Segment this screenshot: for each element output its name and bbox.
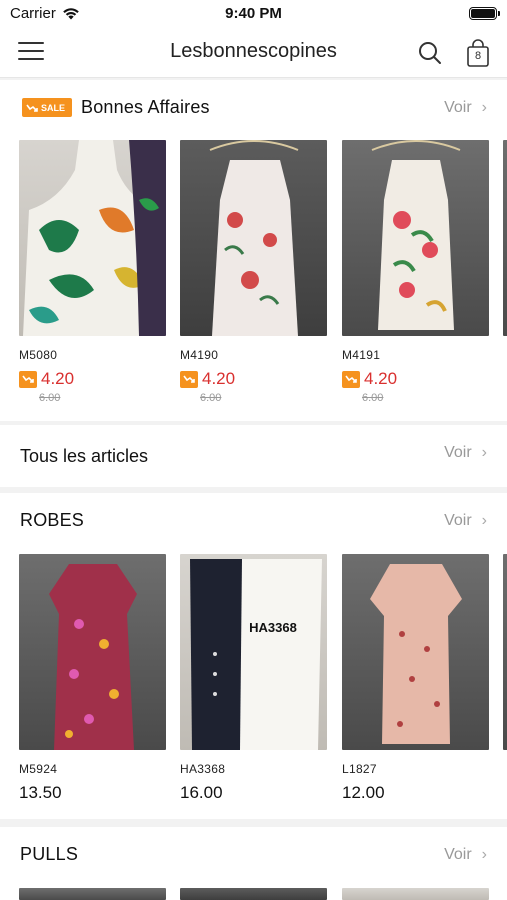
- chevron-right-icon: ›: [481, 512, 487, 529]
- all-items-row[interactable]: Tous les articles Voir ›: [0, 425, 507, 487]
- product-ref: M5924: [19, 762, 58, 776]
- product-old-price: 6.00: [200, 392, 222, 404]
- see-more-label: Voir: [444, 512, 472, 529]
- product-ref: M5080: [19, 348, 58, 362]
- search-button[interactable]: [417, 40, 443, 66]
- product-photo: [342, 140, 489, 336]
- promo-badge: [342, 370, 360, 388]
- cart-button[interactable]: 8: [464, 38, 492, 68]
- clock: 9:40 PM: [225, 5, 282, 22]
- pulls-section: PULLS Voir ›: [0, 827, 507, 900]
- robes-section-header: ROBES Voir ›: [0, 493, 507, 551]
- product-photo: HA3368: [180, 554, 327, 750]
- product-old-price: 6.00: [362, 392, 384, 404]
- product-photo: [503, 554, 507, 750]
- product-photo: [342, 554, 489, 750]
- trend-down-icon: [26, 104, 38, 112]
- product-card[interactable]: [342, 888, 489, 900]
- see-more-label: Voir: [444, 846, 472, 863]
- sale-see-more-link[interactable]: Voir ›: [444, 99, 487, 117]
- product-ref: L1827: [342, 762, 377, 776]
- product-price: 12.00: [342, 783, 385, 802]
- all-items-label: Tous les articles: [20, 446, 149, 466]
- robes-see-more-link[interactable]: Voir ›: [444, 512, 487, 530]
- product-photo: [180, 888, 327, 900]
- pulls-see-more-link[interactable]: Voir ›: [444, 846, 487, 864]
- product-photo: [503, 140, 507, 336]
- navigation-bar: Lesbonnescopines 8: [0, 28, 507, 78]
- robes-product-row: M5924 13.50 HA3368 HA3368 16.00 L1827 12…: [0, 554, 507, 819]
- pulls-section-header: PULLS Voir ›: [0, 827, 507, 885]
- product-photo: [342, 888, 489, 900]
- product-card[interactable]: [19, 888, 166, 900]
- trend-down-icon: [345, 375, 357, 383]
- product-ref: M4190: [180, 348, 219, 362]
- pulls-product-row: [0, 888, 507, 900]
- product-card[interactable]: [180, 888, 327, 900]
- all-items-see-more-link[interactable]: Voir ›: [444, 444, 487, 462]
- product-photo: [19, 140, 166, 336]
- product-card[interactable]: HA3368 HA3368 16.00: [180, 554, 327, 803]
- product-price: 4.20: [202, 369, 236, 388]
- trend-down-icon: [22, 375, 34, 383]
- trend-down-icon: [183, 375, 195, 383]
- promo-badge: [180, 370, 198, 388]
- product-ref: M4191: [342, 348, 381, 362]
- sale-section: SALE Bonnes Affaires Voir › M5080 4.20 6…: [0, 80, 507, 421]
- product-card[interactable]: M5924 13.50: [19, 554, 166, 803]
- product-price: 13.50: [19, 783, 62, 802]
- product-photo: [180, 140, 327, 336]
- promo-badge: [19, 370, 37, 388]
- product-card[interactable]: M4190 4.20 6.00: [180, 140, 327, 404]
- product-card[interactable]: L1827 12.00: [342, 554, 489, 803]
- sale-badge: SALE: [22, 98, 72, 117]
- product-card-partial[interactable]: [503, 140, 507, 336]
- product-card-partial[interactable]: [503, 554, 507, 750]
- sale-section-title: Bonnes Affaires: [81, 97, 210, 117]
- product-photo: [19, 554, 166, 750]
- sale-badge-label: SALE: [41, 102, 66, 113]
- product-photo-tag: HA3368: [249, 620, 297, 635]
- product-price: 16.00: [180, 783, 223, 802]
- product-card[interactable]: M5080 4.20 6.00: [19, 140, 166, 404]
- product-old-price: 6.00: [39, 392, 61, 404]
- chevron-right-icon: ›: [481, 846, 487, 863]
- search-icon: [419, 42, 441, 64]
- see-more-label: Voir: [444, 99, 472, 116]
- cart-count: 8: [474, 50, 482, 62]
- robes-section: ROBES Voir › M5924 13.50 HA3368 HA3368 1…: [0, 493, 507, 819]
- status-bar: Carrier 9:40 PM: [0, 0, 507, 28]
- sale-section-header: SALE Bonnes Affaires Voir ›: [0, 80, 507, 138]
- product-card[interactable]: M4191 4.20 6.00: [342, 140, 489, 404]
- product-ref: HA3368: [180, 762, 226, 776]
- chevron-right-icon: ›: [481, 99, 487, 116]
- product-photo: [19, 888, 166, 900]
- product-price: 4.20: [364, 369, 398, 388]
- sale-product-row: M5080 4.20 6.00 M4190 4.20 6.00 M4191 4.…: [0, 140, 507, 420]
- battery-icon: [469, 7, 500, 20]
- pulls-section-title: PULLS: [20, 844, 79, 864]
- product-price: 4.20: [41, 369, 75, 388]
- see-more-label: Voir: [444, 444, 472, 461]
- chevron-right-icon: ›: [481, 444, 487, 461]
- robes-section-title: ROBES: [20, 510, 85, 530]
